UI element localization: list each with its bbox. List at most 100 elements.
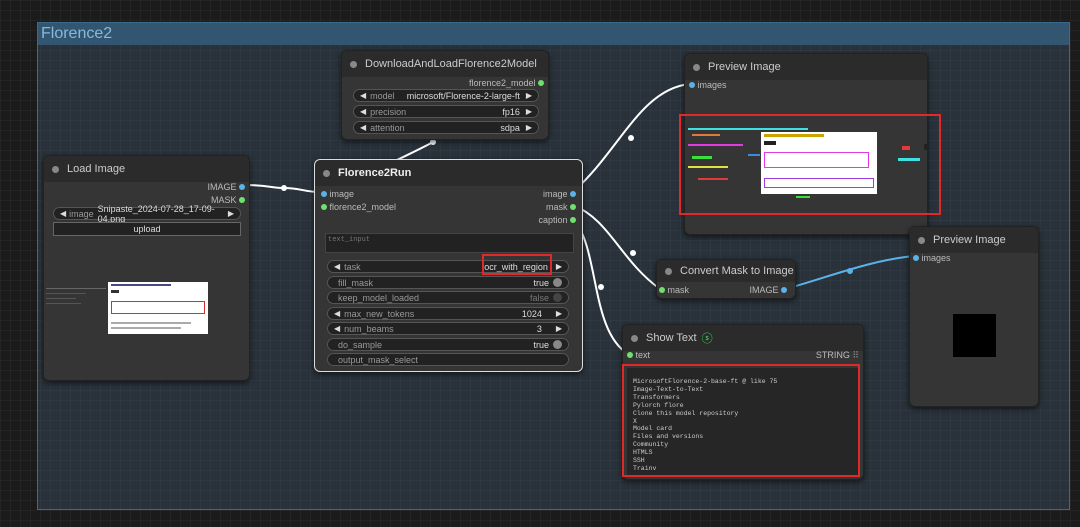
node-header[interactable]: Convert Mask to Image <box>657 260 795 282</box>
input-slot-text[interactable]: text <box>627 349 650 361</box>
output-slot-florence2-model[interactable]: florence2_model <box>469 77 544 89</box>
collapse-dot-icon[interactable] <box>323 169 330 177</box>
download-load-florence2-node[interactable]: DownloadAndLoadFlorence2Model florence2_… <box>341 50 549 140</box>
socket-icon[interactable] <box>538 80 544 86</box>
socket-icon[interactable] <box>689 82 695 88</box>
socket-icon[interactable] <box>321 204 327 210</box>
preview-image-node-2[interactable]: Preview Image images <box>909 226 1039 407</box>
node-header[interactable]: Preview Image <box>685 54 927 80</box>
socket-icon[interactable] <box>659 287 665 293</box>
toggle-off-icon[interactable] <box>553 293 562 302</box>
right-arrow-icon[interactable]: ▶ <box>526 123 532 132</box>
socket-icon[interactable] <box>913 255 919 261</box>
widget-value: sdpa <box>500 122 520 133</box>
widget-fill-mask[interactable]: fill_mask true <box>327 276 569 289</box>
widget-do-sample[interactable]: do_sample true <box>327 338 569 351</box>
preview-image-ocr-result <box>688 124 933 204</box>
widget-label: max_new_tokens <box>344 308 415 319</box>
left-arrow-icon[interactable]: ◀ <box>360 123 366 132</box>
slot-label: text <box>635 350 651 360</box>
input-slot-mask[interactable]: mask <box>659 284 689 296</box>
widget-label: do_sample <box>338 339 383 350</box>
node-header[interactable]: Florence2Run <box>315 160 582 186</box>
toggle-on-icon[interactable] <box>553 278 562 287</box>
link-reroute-dot <box>847 268 853 274</box>
output-slot-string[interactable]: STRING ⠿ <box>816 349 859 361</box>
link-reroute-dot <box>281 185 287 191</box>
widget-keep-model-loaded[interactable]: keep_model_loaded false <box>327 291 569 304</box>
left-arrow-icon[interactable]: ◀ <box>334 324 340 333</box>
socket-icon[interactable] <box>239 197 245 203</box>
widget-label: fill_mask <box>338 277 374 288</box>
toggle-on-icon[interactable] <box>553 340 562 349</box>
socket-icon[interactable] <box>239 184 245 190</box>
right-arrow-icon[interactable]: ▶ <box>556 262 562 271</box>
socket-icon[interactable] <box>781 287 787 293</box>
left-arrow-icon[interactable]: ◀ <box>360 107 366 116</box>
widget-max-new-tokens[interactable]: ◀ max_new_tokens 1024 ▶ <box>327 307 569 320</box>
widget-value: Snipaste_2024-07-28_17-09-04.png <box>97 203 215 224</box>
widget-model[interactable]: ◀ model microsoft/Florence-2-large-ft ▶ <box>353 89 539 102</box>
node-header[interactable]: Show Text ⓢ <box>623 325 863 351</box>
widget-output-mask-select[interactable]: output_mask_select <box>327 353 569 366</box>
slot-label: mask <box>545 202 568 212</box>
load-image-node[interactable]: Load Image IMAGE MASK ◀ image Snipaste_202… <box>43 155 250 381</box>
upload-button[interactable]: upload <box>53 222 241 236</box>
input-slot-florence2-model[interactable]: florence2_model <box>321 201 396 213</box>
left-arrow-icon[interactable]: ◀ <box>60 209 66 218</box>
task-value-highlight <box>482 254 552 275</box>
node-title: Florence2Run <box>338 167 412 179</box>
convert-mask-to-image-node[interactable]: Convert Mask to Image mask IMAGE <box>656 259 796 299</box>
node-header[interactable]: Load Image <box>44 156 249 182</box>
input-slot-image[interactable]: image <box>321 188 354 200</box>
socket-icon[interactable] <box>321 191 327 197</box>
collapse-dot-icon[interactable] <box>52 165 59 173</box>
slot-label: IMAGE <box>207 182 237 192</box>
widget-image-select[interactable]: ◀ image Snipaste_2024-07-28_17-09-04.png ▶ <box>53 204 241 224</box>
text-input-field[interactable]: text_input <box>325 233 574 253</box>
widget-label: num_beams <box>344 323 394 334</box>
node-title: Preview Image <box>708 61 781 73</box>
output-slot-image[interactable]: IMAGE <box>749 284 787 296</box>
right-arrow-icon[interactable]: ▶ <box>228 209 234 218</box>
socket-icon[interactable] <box>570 204 576 210</box>
output-slot-mask[interactable]: mask <box>546 201 576 213</box>
input-slot-images[interactable]: images <box>913 252 951 264</box>
output-slot-image[interactable]: IMAGE <box>207 181 245 193</box>
slot-label: caption <box>538 215 568 225</box>
socket-icon[interactable] <box>627 352 633 358</box>
mask-preview-image <box>953 314 996 357</box>
collapse-dot-icon[interactable] <box>918 236 925 244</box>
collapse-dot-icon[interactable] <box>350 60 357 68</box>
image-preview-thumbnail <box>46 276 246 336</box>
widget-value: 3 <box>536 323 542 334</box>
right-arrow-icon[interactable]: ▶ <box>556 324 562 333</box>
slot-label: florence2_model <box>468 78 536 88</box>
widget-precision[interactable]: ◀ precision fp16 ▶ <box>353 105 539 118</box>
left-arrow-icon[interactable]: ◀ <box>334 309 340 318</box>
widget-attention[interactable]: ◀ attention sdpa ▶ <box>353 121 539 134</box>
collapse-dot-icon[interactable] <box>631 334 638 342</box>
output-slot-caption[interactable]: caption <box>538 214 576 226</box>
node-header[interactable]: DownloadAndLoadFlorence2Model <box>342 51 548 77</box>
widget-num-beams[interactable]: ◀ num_beams 3 ▶ <box>327 322 569 335</box>
slot-label: images <box>697 80 727 90</box>
input-slot-images[interactable]: images <box>689 79 727 91</box>
socket-icon[interactable] <box>570 217 576 223</box>
widget-label: attention <box>370 122 405 133</box>
output-slot-image[interactable]: image <box>543 188 576 200</box>
python-badge-icon: ⓢ <box>701 333 713 345</box>
node-title: Preview Image <box>933 234 1006 246</box>
right-arrow-icon[interactable]: ▶ <box>556 309 562 318</box>
left-arrow-icon[interactable]: ◀ <box>360 91 366 100</box>
socket-icon[interactable] <box>570 191 576 197</box>
widget-value: true <box>533 277 549 288</box>
right-arrow-icon[interactable]: ▶ <box>526 107 532 116</box>
node-header[interactable]: Preview Image <box>910 227 1038 253</box>
collapse-dot-icon[interactable] <box>665 267 672 275</box>
left-arrow-icon[interactable]: ◀ <box>334 262 340 271</box>
widget-value: true <box>533 339 549 350</box>
right-arrow-icon[interactable]: ▶ <box>526 91 532 100</box>
slot-label: florence2_model <box>329 202 397 212</box>
collapse-dot-icon[interactable] <box>693 63 700 71</box>
